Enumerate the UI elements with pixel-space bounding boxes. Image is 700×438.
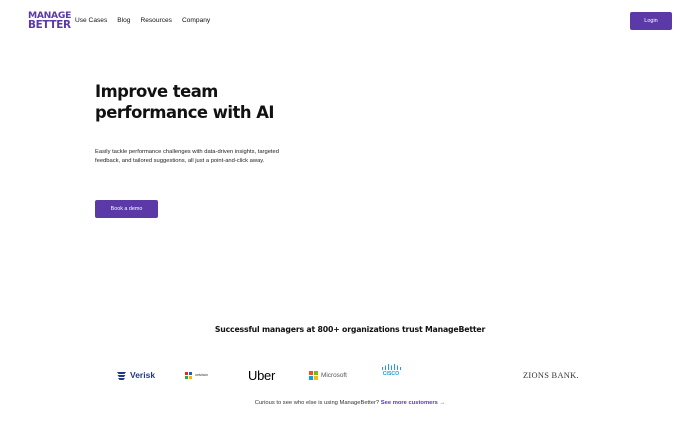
logo-line-2: BETTER	[28, 18, 71, 31]
main-nav: Use Cases Blog Resources Company	[75, 17, 210, 24]
microsoft-wordmark: Microsoft	[321, 371, 347, 379]
customers-note-text: Curious to see who else is using ManageB…	[254, 400, 380, 406]
zions-wordmark: ZIONS BANK.	[523, 370, 579, 380]
nav-item-resources[interactable]: Resources	[140, 17, 172, 24]
ms-square-green	[314, 370, 318, 375]
univision-wordmark: univision	[195, 373, 209, 377]
univision-mark-icon	[185, 371, 192, 379]
book-demo-button[interactable]: Book a demo	[95, 200, 158, 218]
cisco-wordmark: CISCO	[382, 371, 400, 377]
univision-logo: univision	[185, 364, 208, 386]
nav-item-use-cases[interactable]: Use Cases	[75, 17, 107, 24]
verisk-mark-icon	[117, 371, 126, 380]
uber-wordmark: Uber	[248, 367, 275, 383]
cisco-logo: CISCO	[381, 364, 401, 386]
see-more-customers-link[interactable]: See more customers →	[381, 400, 445, 406]
cisco-bars-icon	[382, 364, 401, 370]
zions-bank-logo: ZIONS BANK.	[523, 364, 579, 386]
nav-item-blog[interactable]: Blog	[117, 17, 130, 24]
microsoft-logo: Microsoft	[309, 364, 347, 386]
hero-title: Improve team performance with AI	[95, 82, 275, 122]
verisk-logo: Verisk	[116, 364, 155, 386]
login-button[interactable]: Login	[630, 12, 672, 30]
customer-logos: Verisk univision Uber Microsoft CISCO ZI…	[0, 364, 700, 386]
customers-note: Curious to see who else is using ManageB…	[0, 400, 700, 406]
ms-square-yellow	[314, 375, 318, 380]
ms-square-blue	[309, 375, 313, 380]
microsoft-windows-icon	[309, 370, 318, 380]
trust-heading: Successful managers at 800+ organization…	[214, 325, 486, 334]
nav-item-company[interactable]: Company	[182, 17, 210, 24]
verisk-wordmark: Verisk	[130, 370, 156, 380]
brand-logo[interactable]: MANAGE BETTER	[28, 11, 71, 31]
ms-square-red	[309, 370, 313, 375]
uber-logo: Uber	[248, 364, 275, 386]
hero-subtitle: Easily tackle performance challenges wit…	[95, 149, 279, 164]
